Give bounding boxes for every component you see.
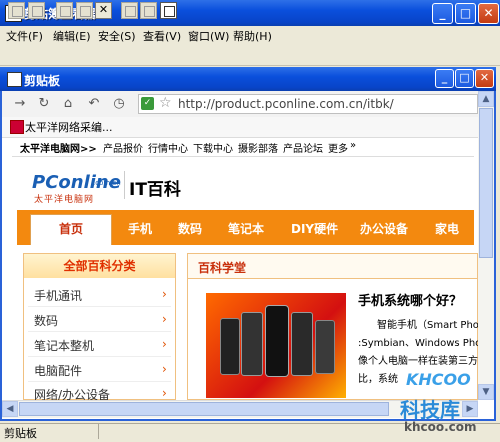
clipboard-icon [7,72,22,87]
menu-help[interactable]: 帮助(H) [233,28,272,44]
star-icon[interactable]: ☆ [159,95,172,111]
toolbar [0,43,500,66]
share-icon[interactable] [8,2,25,19]
phone-image [315,320,335,374]
refresh-icon[interactable]: ↻ [36,96,52,112]
chevron-down-icon[interactable]: » [350,140,356,151]
minimize-button[interactable]: _ [432,3,453,24]
tab-notebook[interactable]: 笔记本 [228,220,264,237]
status-divider [98,424,99,439]
page-title: IT百科 [129,180,181,200]
chevron-right-icon: › [162,312,167,326]
bookmark-favicon-icon [10,120,24,134]
menu-edit[interactable]: 编辑(E) [53,28,91,44]
logo-divider [124,171,125,199]
menu-view[interactable]: 查看(V) [143,28,181,44]
chevron-right-icon: › [162,386,167,400]
divider [28,306,171,307]
chevron-right-icon: › [162,287,167,301]
scroll-up-button[interactable]: ▲ [478,91,494,107]
horizontal-scroll-thumb[interactable] [19,402,389,416]
menu-window[interactable]: 窗口(W) [188,28,229,44]
logo-domain: .com.cn [93,179,121,187]
chevron-right-icon: › [162,337,167,351]
menu-security[interactable]: 安全(S) [98,28,136,44]
nav-link-more[interactable]: 更多 [328,140,348,155]
phone-image [265,305,289,377]
stop-sharing-icon[interactable] [28,2,45,19]
article-title[interactable]: 手机系统哪个好？ [358,290,462,309]
close-button[interactable]: ✕ [478,3,499,24]
maximize-button[interactable]: □ [455,3,476,24]
watermark-cn: 科技库 [400,398,460,422]
category-item[interactable]: 手机通讯 [34,287,82,304]
nav-link-photo[interactable]: 摄影部落 [238,140,278,155]
tab-appliance[interactable]: 家电 [435,220,459,237]
paste-icon[interactable] [76,2,93,19]
phone-image [241,312,263,376]
watermark-brand: KHCOO [406,370,471,389]
home-icon[interactable]: ⌂ [60,96,76,112]
divider [28,381,171,382]
security-shield-icon: ✓ [141,97,154,110]
article-text-line: :Symbian、Windows Phone [358,338,494,349]
watermark-domain: khcoo.com [404,420,477,434]
watermark-logo: KHCOO 科技库 khcoo.com [392,360,496,438]
nav-link-market[interactable]: 行情中心 [148,140,188,155]
tab-home[interactable]: 首页 [30,214,112,245]
scroll-left-button[interactable]: ◀ [2,401,18,417]
delete-icon[interactable]: ✕ [95,2,112,19]
url-text[interactable]: http://product.pconline.com.cn/itbk/ [178,97,394,111]
scroll-thumb[interactable] [479,108,493,258]
nav-link-quotes[interactable]: 产品报价 [103,140,143,155]
logo-subtitle: 太平洋电脑网 [34,195,95,205]
inner-minimize-button[interactable]: _ [435,69,454,88]
chevron-right-icon: › [162,362,167,376]
site-brand-link[interactable]: 太平洋电脑网>> [20,140,97,155]
divider [28,331,171,332]
divider [28,356,171,357]
tab-digital[interactable]: 数码 [178,220,202,237]
category-panel-title: 全部百科分类 [24,254,175,278]
menu-file[interactable]: 文件(F) [6,28,43,44]
thumbnails-icon[interactable] [140,2,157,19]
undo-icon[interactable]: ↶ [86,96,102,112]
status-text: 剪贴板 [4,427,37,440]
category-item[interactable]: 笔记本整机 [34,337,94,354]
tab-phone[interactable]: 手机 [128,220,152,237]
tab-diy[interactable]: DIY硬件 [291,220,338,237]
inner-close-button[interactable]: ✕ [475,69,494,88]
category-item[interactable]: 电脑配件 [34,362,82,379]
nav-link-download[interactable]: 下载中心 [193,140,233,155]
phone-image [220,318,240,375]
full-page-icon[interactable] [160,2,177,19]
article-text-line: 智能手机（Smart Phon [377,320,486,331]
article-panel-title: 百科学堂 [198,261,247,275]
phone-image [291,312,313,376]
clipboard-title: 剪贴板 [24,74,61,88]
clipboard-title-bar [0,67,496,91]
nav-link-forum[interactable]: 产品论坛 [283,140,323,155]
category-item[interactable]: 数码 [34,312,58,329]
copy-icon[interactable] [56,2,73,19]
back-arrow-icon[interactable]: → [12,96,28,112]
table-of-contents-icon[interactable] [121,2,138,19]
history-clock-icon[interactable]: ◷ [111,96,127,112]
tab-office[interactable]: 办公设备 [360,220,408,237]
inner-maximize-button[interactable]: □ [455,69,474,88]
bookmark-item[interactable]: 太平洋网络采编... [25,119,113,135]
